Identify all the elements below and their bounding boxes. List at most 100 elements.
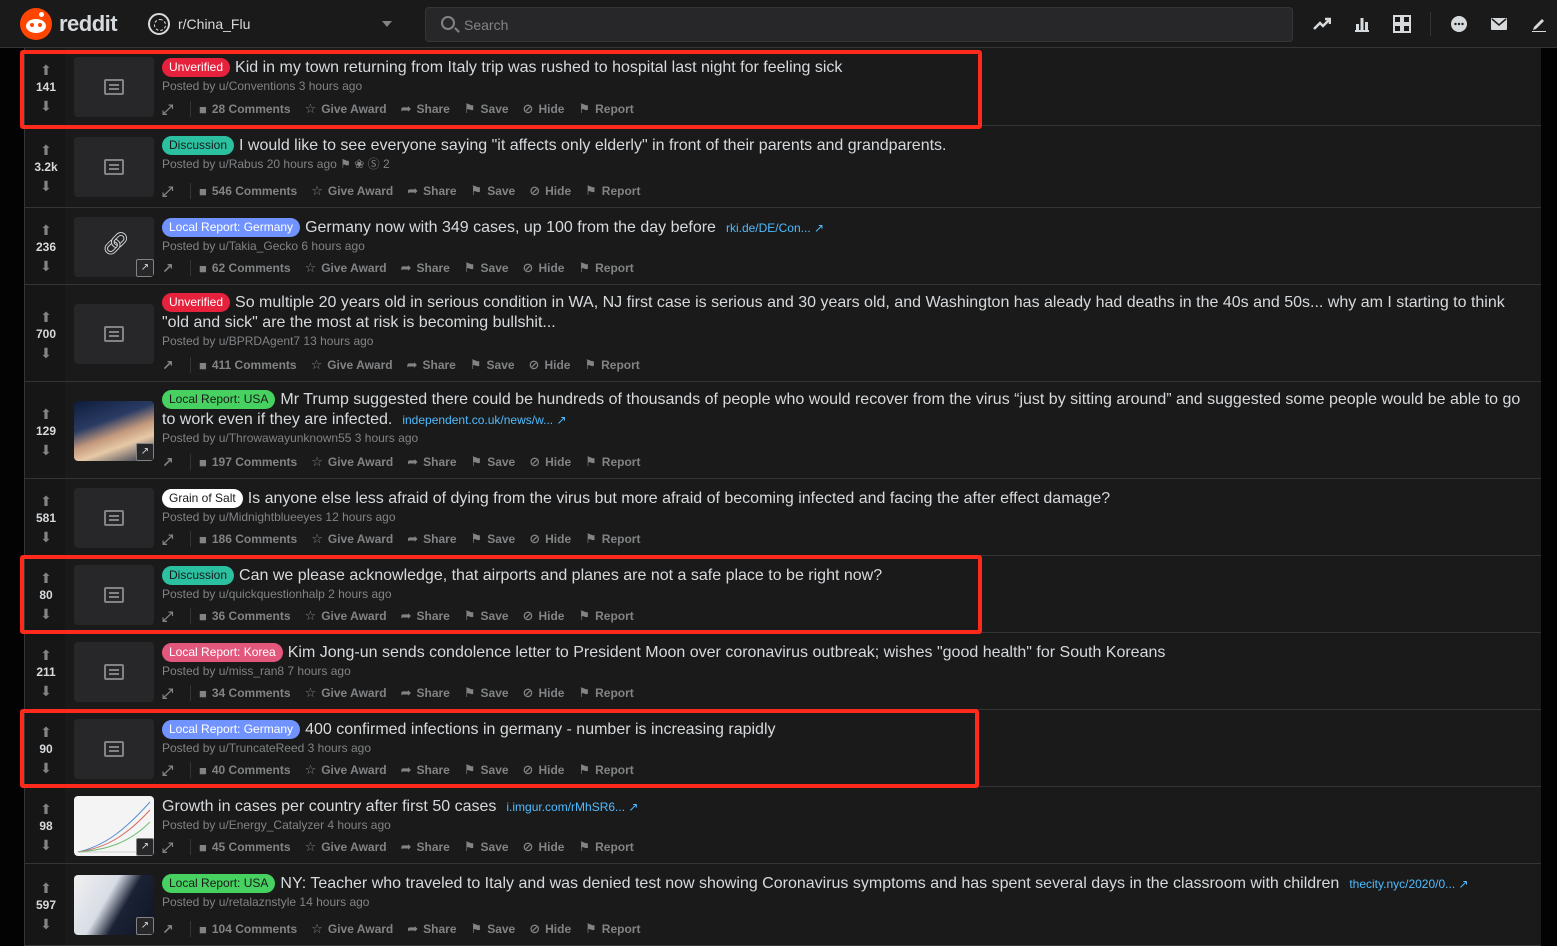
share-button[interactable]: ➦ Share [407, 357, 456, 373]
post-thumbnail[interactable]: ↗ [74, 795, 154, 856]
hide-button[interactable]: ⊘ Hide [523, 685, 565, 701]
post-domain-link[interactable]: i.imgur.com/rMhSR6... ↗ [506, 800, 638, 814]
posted-by[interactable]: Posted by u/Rabus 20 hours ago [162, 157, 337, 171]
comments-button[interactable]: ■ 197 Comments [199, 455, 297, 470]
comments-button[interactable]: ■ 546 Comments [199, 184, 297, 199]
save-button[interactable]: ⚑ Save [470, 357, 515, 373]
post-title-line[interactable]: Local Report: Korea Kim Jong-un sends con… [162, 643, 1529, 663]
post-title-line[interactable]: Grain of Salt Is anyone else less afraid … [162, 489, 1529, 509]
share-button[interactable]: ➦ Share [401, 101, 450, 117]
share-button[interactable]: ➦ Share [407, 921, 456, 937]
post-row[interactable]: ⬆ 211 ⬇ Local Report: Korea Kim Jong-un send… [25, 633, 1541, 710]
post-title[interactable]: Growth in cases per country after first … [162, 798, 496, 815]
post-row[interactable]: ⬆ 236 ⬇ 🔗︎ ↗ Local Report: Germany Germany now… [25, 208, 1541, 285]
comments-button[interactable]: ■ 40 Comments [199, 763, 291, 778]
report-button[interactable]: ⚑ Report [585, 921, 640, 937]
external-link-icon[interactable]: ↗ [162, 358, 176, 372]
post-flair[interactable]: Local Report: Germany [162, 720, 301, 739]
give-award-button[interactable]: ☆ Give Award [305, 101, 387, 117]
mail-icon[interactable] [1487, 12, 1511, 36]
downvote-arrow-icon[interactable]: ⬇ [39, 607, 53, 621]
post-thumbnail[interactable]: 🔗︎ ↗ [74, 216, 154, 277]
expand-icon[interactable]: ⤢ [162, 184, 176, 198]
post-row[interactable]: ⬆ 3.2k ⬇ Discussion I would like to see ever… [25, 126, 1541, 208]
post-title[interactable]: 400 confirmed infections in germany - nu… [305, 721, 775, 738]
save-button[interactable]: ⚑ Save [464, 101, 509, 117]
hide-button[interactable]: ⊘ Hide [523, 762, 565, 778]
report-button[interactable]: ⚑ Report [578, 839, 633, 855]
give-award-button[interactable]: ☆ Give Award [311, 531, 393, 547]
search-input[interactable] [464, 8, 1264, 41]
upvote-arrow-icon[interactable]: ⬆ [39, 881, 53, 895]
report-button[interactable]: ⚑ Report [578, 608, 633, 624]
post-title[interactable]: Is anyone else less afraid of dying from… [248, 490, 1110, 507]
upvote-arrow-icon[interactable]: ⬆ [39, 494, 53, 508]
hide-button[interactable]: ⊘ Hide [523, 260, 565, 276]
post-title[interactable]: Mr Trump suggested there could be hundre… [162, 391, 1520, 428]
upvote-arrow-icon[interactable]: ⬆ [39, 571, 53, 585]
save-button[interactable]: ⚑ Save [471, 921, 516, 937]
save-button[interactable]: ⚑ Save [464, 608, 509, 624]
downvote-arrow-icon[interactable]: ⬇ [39, 917, 53, 931]
chat-icon[interactable] [1447, 12, 1471, 36]
give-award-button[interactable]: ☆ Give Award [311, 921, 393, 937]
posted-by[interactable]: Posted by u/Takia_Gecko 6 hours ago [162, 239, 365, 253]
post-title-line[interactable]: Local Report: USA Mr Trump suggested ther… [162, 390, 1529, 430]
report-button[interactable]: ⚑ Report [578, 762, 633, 778]
post-row[interactable]: ⬆ 141 ⬇ Unverified Kid in my town returning … [25, 48, 1541, 126]
save-button[interactable]: ⚑ Save [464, 685, 509, 701]
upvote-arrow-icon[interactable]: ⬆ [39, 63, 53, 77]
upvote-arrow-icon[interactable]: ⬆ [39, 143, 53, 157]
post-title[interactable]: Germany now with 349 cases, up 100 from … [305, 219, 716, 236]
post-row[interactable]: ⬆ 700 ⬇ Unverified So multiple 20 years old … [25, 285, 1541, 382]
upvote-arrow-icon[interactable]: ⬆ [39, 310, 53, 324]
post-title-line[interactable]: Local Report: Germany 400 confirmed infec… [162, 720, 1529, 740]
hide-button[interactable]: ⊘ Hide [529, 183, 571, 199]
give-award-button[interactable]: ☆ Give Award [305, 839, 387, 855]
comments-button[interactable]: ■ 45 Comments [199, 840, 291, 855]
post-domain-link[interactable]: independent.co.uk/news/w... ↗ [402, 413, 566, 427]
post-thumbnail[interactable]: ↗ [74, 875, 154, 935]
share-button[interactable]: ➦ Share [401, 762, 450, 778]
expand-icon[interactable]: ⤢ [162, 532, 176, 546]
share-button[interactable]: ➦ Share [401, 685, 450, 701]
post-title-line[interactable]: Discussion Can we please acknowledge, tha… [162, 566, 1529, 586]
save-button[interactable]: ⚑ Save [464, 762, 509, 778]
post-flair[interactable]: Discussion [162, 566, 235, 585]
posted-by[interactable]: Posted by u/Throwawayunknown55 3 hours a… [162, 431, 418, 445]
post-thumbnail[interactable] [74, 564, 154, 625]
post-title[interactable]: Kid in my town returning from Italy trip… [235, 59, 842, 76]
create-post-icon[interactable] [1527, 12, 1551, 36]
upvote-arrow-icon[interactable]: ⬆ [39, 223, 53, 237]
post-title[interactable]: So multiple 20 years old in serious cond… [162, 294, 1505, 331]
hide-button[interactable]: ⊘ Hide [529, 357, 571, 373]
share-button[interactable]: ➦ Share [401, 839, 450, 855]
posted-by[interactable]: Posted by u/Energy_Catalyzer 4 hours ago [162, 818, 391, 832]
upvote-arrow-icon[interactable]: ⬆ [39, 802, 53, 816]
upvote-arrow-icon[interactable]: ⬆ [39, 407, 53, 421]
hide-button[interactable]: ⊘ Hide [529, 921, 571, 937]
give-award-button[interactable]: ☆ Give Award [311, 454, 393, 470]
share-button[interactable]: ➦ Share [407, 531, 456, 547]
upvote-arrow-icon[interactable]: ⬆ [39, 725, 53, 739]
post-domain-link[interactable]: thecity.nyc/2020/0... ↗ [1349, 877, 1468, 891]
external-link-icon[interactable]: ↗ [162, 455, 176, 469]
post-thumbnail[interactable] [74, 303, 154, 364]
share-button[interactable]: ➦ Share [407, 454, 456, 470]
report-button[interactable]: ⚑ Report [585, 183, 640, 199]
share-button[interactable]: ➦ Share [407, 183, 456, 199]
comments-button[interactable]: ■ 62 Comments [199, 261, 291, 276]
save-button[interactable]: ⚑ Save [471, 454, 516, 470]
comments-button[interactable]: ■ 28 Comments [199, 102, 291, 117]
post-title[interactable]: Kim Jong-un sends condolence letter to P… [288, 644, 1166, 661]
post-title-line[interactable]: Unverified So multiple 20 years old in se… [162, 293, 1529, 333]
posted-by[interactable]: Posted by u/retalaznstyle 14 hours ago [162, 895, 369, 909]
save-button[interactable]: ⚑ Save [464, 260, 509, 276]
hide-button[interactable]: ⊘ Hide [523, 608, 565, 624]
share-button[interactable]: ➦ Share [401, 608, 450, 624]
give-award-button[interactable]: ☆ Give Award [305, 762, 387, 778]
community-dropdown[interactable]: r/China_Flu [140, 6, 402, 42]
downvote-arrow-icon[interactable]: ⬇ [39, 443, 53, 457]
post-row[interactable]: ⬆ 80 ⬇ Discussion Can we please acknowledge,… [25, 556, 1541, 633]
post-thumbnail[interactable]: ↗ [74, 400, 154, 461]
